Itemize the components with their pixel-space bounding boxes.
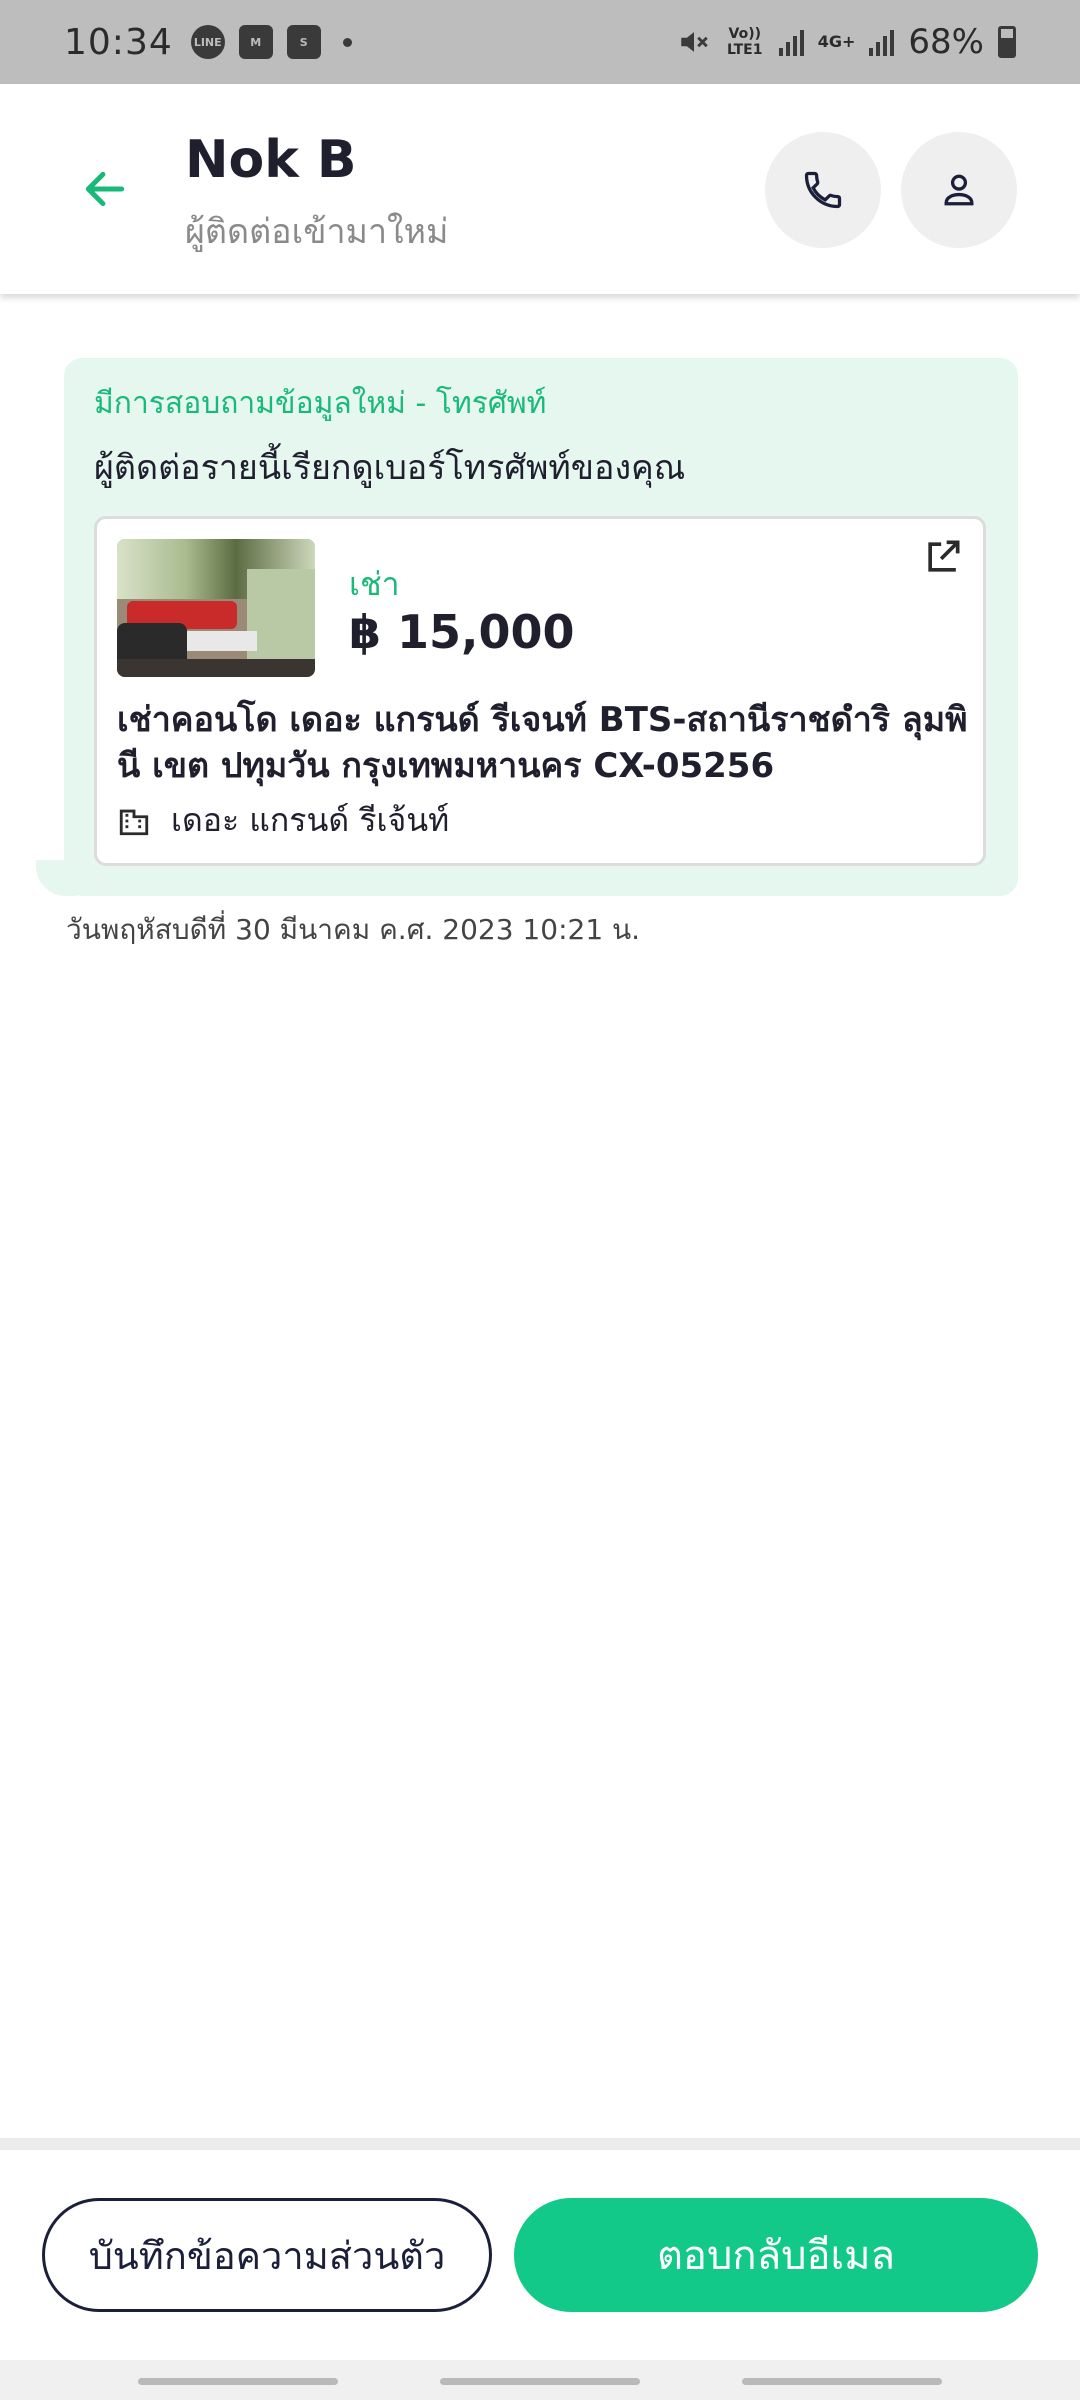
system-icons: Vo)) LTE1 4G+ 68% [677,22,1016,62]
reply-email-button[interactable]: ตอบกลับอีเมล [514,2198,1038,2312]
bottom-divider [0,2138,1080,2150]
shopee-icon: S [286,25,321,59]
signal-icon-2 [869,28,895,56]
call-button[interactable] [765,132,881,248]
private-note-button[interactable]: บันทึกข้อความส่วนตัว [42,2198,492,2312]
inquiry-message: มีการสอบถามข้อมูลใหม่ - โทรศัพท์ ผู้ติดต… [64,358,1018,896]
person-icon [944,174,974,206]
battery-percent: 68% [908,22,984,62]
building-row: เดอะ แกรนด์ รีเจ้นท์ [117,795,449,846]
listing-type: เช่า [349,565,400,603]
message-body: ผู้ติดต่อรายนี้เรียกดูเบอร์โทรศัพท์ของคุ… [94,448,686,488]
message-timestamp: วันพฤหัสบดีที่ 30 มีนาคม ค.ศ. 2023 10:21… [66,913,641,946]
building-icon [119,809,149,835]
listing-price: ฿ 15,000 [349,605,575,659]
phone-icon [804,171,842,209]
contact-status: ผู้ติดต่อเข้ามาใหม่ [185,212,449,252]
arrow-left-icon [85,171,125,207]
building-name: เดอะ แกรนด์ รีเจ้นท์ [171,801,450,839]
signal-icon [778,28,804,56]
open-external-icon[interactable] [921,535,965,579]
nav-home[interactable] [440,2378,640,2385]
network-label: 4G+ [817,32,856,51]
listing-card[interactable]: เช่า ฿ 15,000 เช่าคอนโด เดอะ แกรนด์ รีเจ… [94,516,986,866]
listing-title: เช่าคอนโด เดอะ แกรนด์ รีเจนท์ BTS-สถานีร… [117,700,968,786]
status-time: 10:34 [64,21,173,63]
back-button[interactable] [70,154,140,224]
notification-icons: LINE M S [190,25,352,59]
mute-icon [681,32,708,52]
more-notifications-dot [342,37,352,47]
status-bar: 10:34 LINE M S Vo)) LTE1 4G+ 68% [0,0,1080,84]
listing-photo [117,539,315,677]
contact-name: Nok B [185,130,357,190]
volte-label: Vo)) LTE1 [727,26,763,58]
conversation-header: Nok B ผู้ติดต่อเข้ามาใหม่ [0,84,1080,294]
message-title: มีการสอบถามข้อมูลใหม่ - โทรศัพท์ [94,386,547,421]
battery-icon [998,26,1016,58]
action-bar: บันทึกข้อความส่วนตัว ตอบกลับอีเมล [0,2150,1080,2360]
system-nav-bar [0,2360,1080,2400]
nav-back[interactable] [742,2378,942,2385]
line-icon: LINE [190,25,225,59]
gmail-icon: M [238,25,273,59]
nav-recents[interactable] [138,2378,338,2385]
contact-profile-button[interactable] [901,132,1017,248]
